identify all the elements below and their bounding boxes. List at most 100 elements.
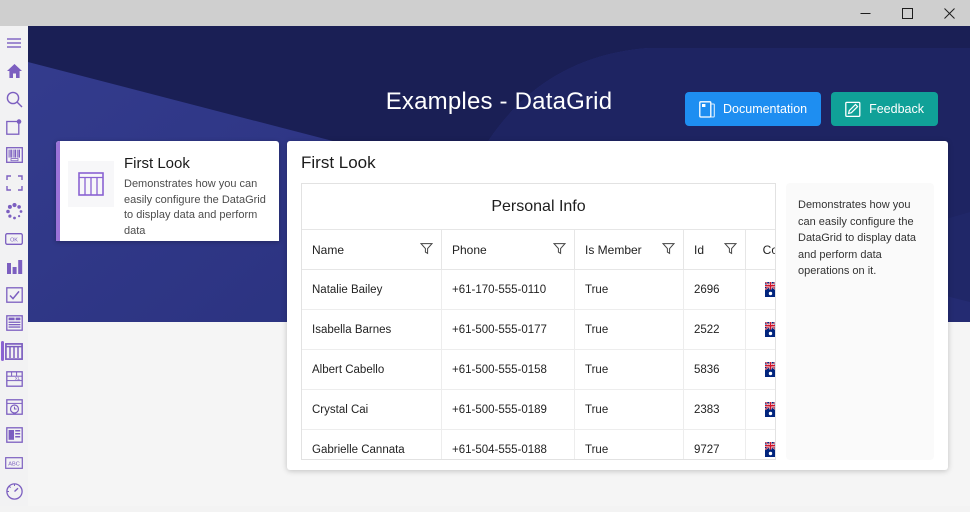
cell-id: 2522	[684, 310, 746, 349]
example-description: Demonstrates how you can easily configur…	[124, 178, 266, 237]
cell-phone: +61-500-555-0158	[442, 350, 575, 389]
feedback-button-label: Feedback	[869, 102, 924, 116]
sidebar-item-crop[interactable]	[1, 170, 27, 196]
close-button[interactable]	[928, 0, 970, 26]
sidebar-item-button[interactable]: OK	[1, 226, 27, 252]
example-list-item-first-look[interactable]: First Look Demonstrates how you can easi…	[56, 141, 279, 241]
column-header-id-label: Id	[694, 242, 705, 257]
hero-action-buttons: Documentation Feedback	[685, 92, 938, 126]
sidebar-item-layout[interactable]	[1, 422, 27, 448]
table-row[interactable]: Gabrielle Cannata +61-504-555-0188 True …	[302, 430, 775, 459]
sidebar-item-datagrid[interactable]	[1, 338, 27, 364]
sidebar-item-search[interactable]	[1, 86, 27, 112]
example-title: First Look	[124, 155, 190, 172]
column-header-country-label: Coun	[762, 242, 775, 257]
filter-icon[interactable]	[723, 242, 738, 258]
table-row[interactable]: Natalie Bailey +61-170-555-0110 True 269…	[302, 270, 775, 310]
document-icon	[699, 100, 715, 118]
layout-icon	[5, 427, 23, 443]
cell-is-member: True	[575, 270, 684, 309]
cell-name: Albert Cabello	[302, 350, 442, 389]
table-row[interactable]: Isabella Barnes +61-500-555-0177 True 25…	[302, 310, 775, 350]
sidebar-item-bar-chart[interactable]	[1, 254, 27, 280]
cell-name: Crystal Cai	[302, 390, 442, 429]
list-view-icon	[5, 315, 23, 331]
cell-is-member: True	[575, 350, 684, 389]
datagrid-icon	[78, 172, 104, 196]
maximize-button[interactable]	[886, 0, 928, 26]
column-header-name[interactable]: Name	[302, 230, 442, 269]
cell-phone: +61-170-555-0110	[442, 270, 575, 309]
cell-name: Isabella Barnes	[302, 310, 442, 349]
filter-icon[interactable]	[661, 242, 676, 258]
new-document-icon	[6, 119, 22, 135]
home-icon	[6, 64, 22, 78]
cell-is-member: True	[575, 430, 684, 459]
info-description-box: Demonstrates how you can easily configur…	[786, 183, 934, 460]
spreadsheet-icon: XL	[5, 371, 23, 387]
sidebar-item-spreadsheet[interactable]: XL	[1, 366, 27, 392]
table-row[interactable]: Albert Cabello +61-500-555-0158 True 583…	[302, 350, 775, 390]
column-header-is-member-label: Is Member	[585, 242, 642, 257]
cell-country	[746, 350, 775, 389]
cell-is-member: True	[575, 310, 684, 349]
sidebar-item-home[interactable]	[1, 58, 27, 84]
main-panel-title: First Look	[301, 153, 376, 172]
sidebar-item-new-document[interactable]	[1, 114, 27, 140]
sidebar-item-barcode[interactable]	[1, 142, 27, 168]
svg-text:OK: OK	[10, 237, 18, 243]
application-window: OK XL ABC Examples - DataGrid Documentat…	[0, 0, 970, 512]
filter-icon[interactable]	[419, 242, 434, 258]
selected-accent-bar	[56, 141, 60, 241]
sidebar-item-spinner[interactable]	[1, 198, 27, 224]
abc-text-icon: ABC	[5, 457, 23, 469]
datagrid-band-header: Personal Info	[302, 184, 775, 230]
australia-flag-icon	[765, 442, 775, 457]
australia-flag-icon	[765, 282, 775, 297]
cell-id: 2383	[684, 390, 746, 429]
column-header-country[interactable]: Coun	[746, 230, 775, 269]
sidebar-item-hamburger-menu[interactable]	[1, 30, 27, 56]
search-icon	[6, 91, 22, 107]
crop-icon	[5, 175, 23, 191]
window-title-bar	[0, 0, 970, 26]
status-bar	[0, 506, 970, 512]
sidebar-item-checkbox[interactable]	[1, 282, 27, 308]
scheduler-icon	[5, 399, 23, 415]
minimize-button[interactable]	[844, 0, 886, 26]
filter-icon[interactable]	[552, 242, 567, 258]
cell-id: 2696	[684, 270, 746, 309]
column-header-name-label: Name	[312, 242, 345, 257]
main-panel-body: Personal Info Name Phone Is Member Id C …	[287, 183, 948, 470]
column-header-is-member[interactable]: Is Member	[575, 230, 684, 269]
button-icon: OK	[5, 233, 23, 245]
feedback-button[interactable]: Feedback	[831, 92, 938, 126]
svg-text:XL: XL	[14, 376, 20, 381]
column-header-id[interactable]: Id	[684, 230, 746, 269]
main-panel: First Look Personal Info Name Phone Is M…	[287, 141, 948, 470]
datagrid-rows: Natalie Bailey +61-170-555-0110 True 269…	[302, 270, 775, 459]
cell-name: Natalie Bailey	[302, 270, 442, 309]
checkbox-icon	[5, 287, 23, 303]
cell-phone: +61-504-555-0188	[442, 430, 575, 459]
documentation-button-label: Documentation	[723, 102, 808, 116]
sidebar-item-scheduler[interactable]	[1, 394, 27, 420]
sidebar-item-list-view[interactable]	[1, 310, 27, 336]
cell-country	[746, 390, 775, 429]
datagrid-icon	[5, 342, 23, 360]
documentation-button[interactable]: Documentation	[685, 92, 822, 126]
australia-flag-icon	[765, 402, 775, 417]
example-text-block: First Look Demonstrates how you can easi…	[124, 147, 271, 237]
sidebar-item-gauge[interactable]	[1, 478, 27, 504]
column-header-phone[interactable]: Phone	[442, 230, 575, 269]
cell-id: 9727	[684, 430, 746, 459]
australia-flag-icon	[765, 322, 775, 337]
table-row[interactable]: Crystal Cai +61-500-555-0189 True 2383	[302, 390, 775, 430]
column-header-phone-label: Phone	[452, 242, 487, 257]
spinner-icon	[5, 202, 22, 219]
sidebar-item-abc-text[interactable]: ABC	[1, 450, 27, 476]
cell-phone: +61-500-555-0189	[442, 390, 575, 429]
cell-country	[746, 270, 775, 309]
bar-chart-icon	[6, 260, 22, 274]
examples-list-card: First Look Demonstrates how you can easi…	[56, 141, 279, 241]
